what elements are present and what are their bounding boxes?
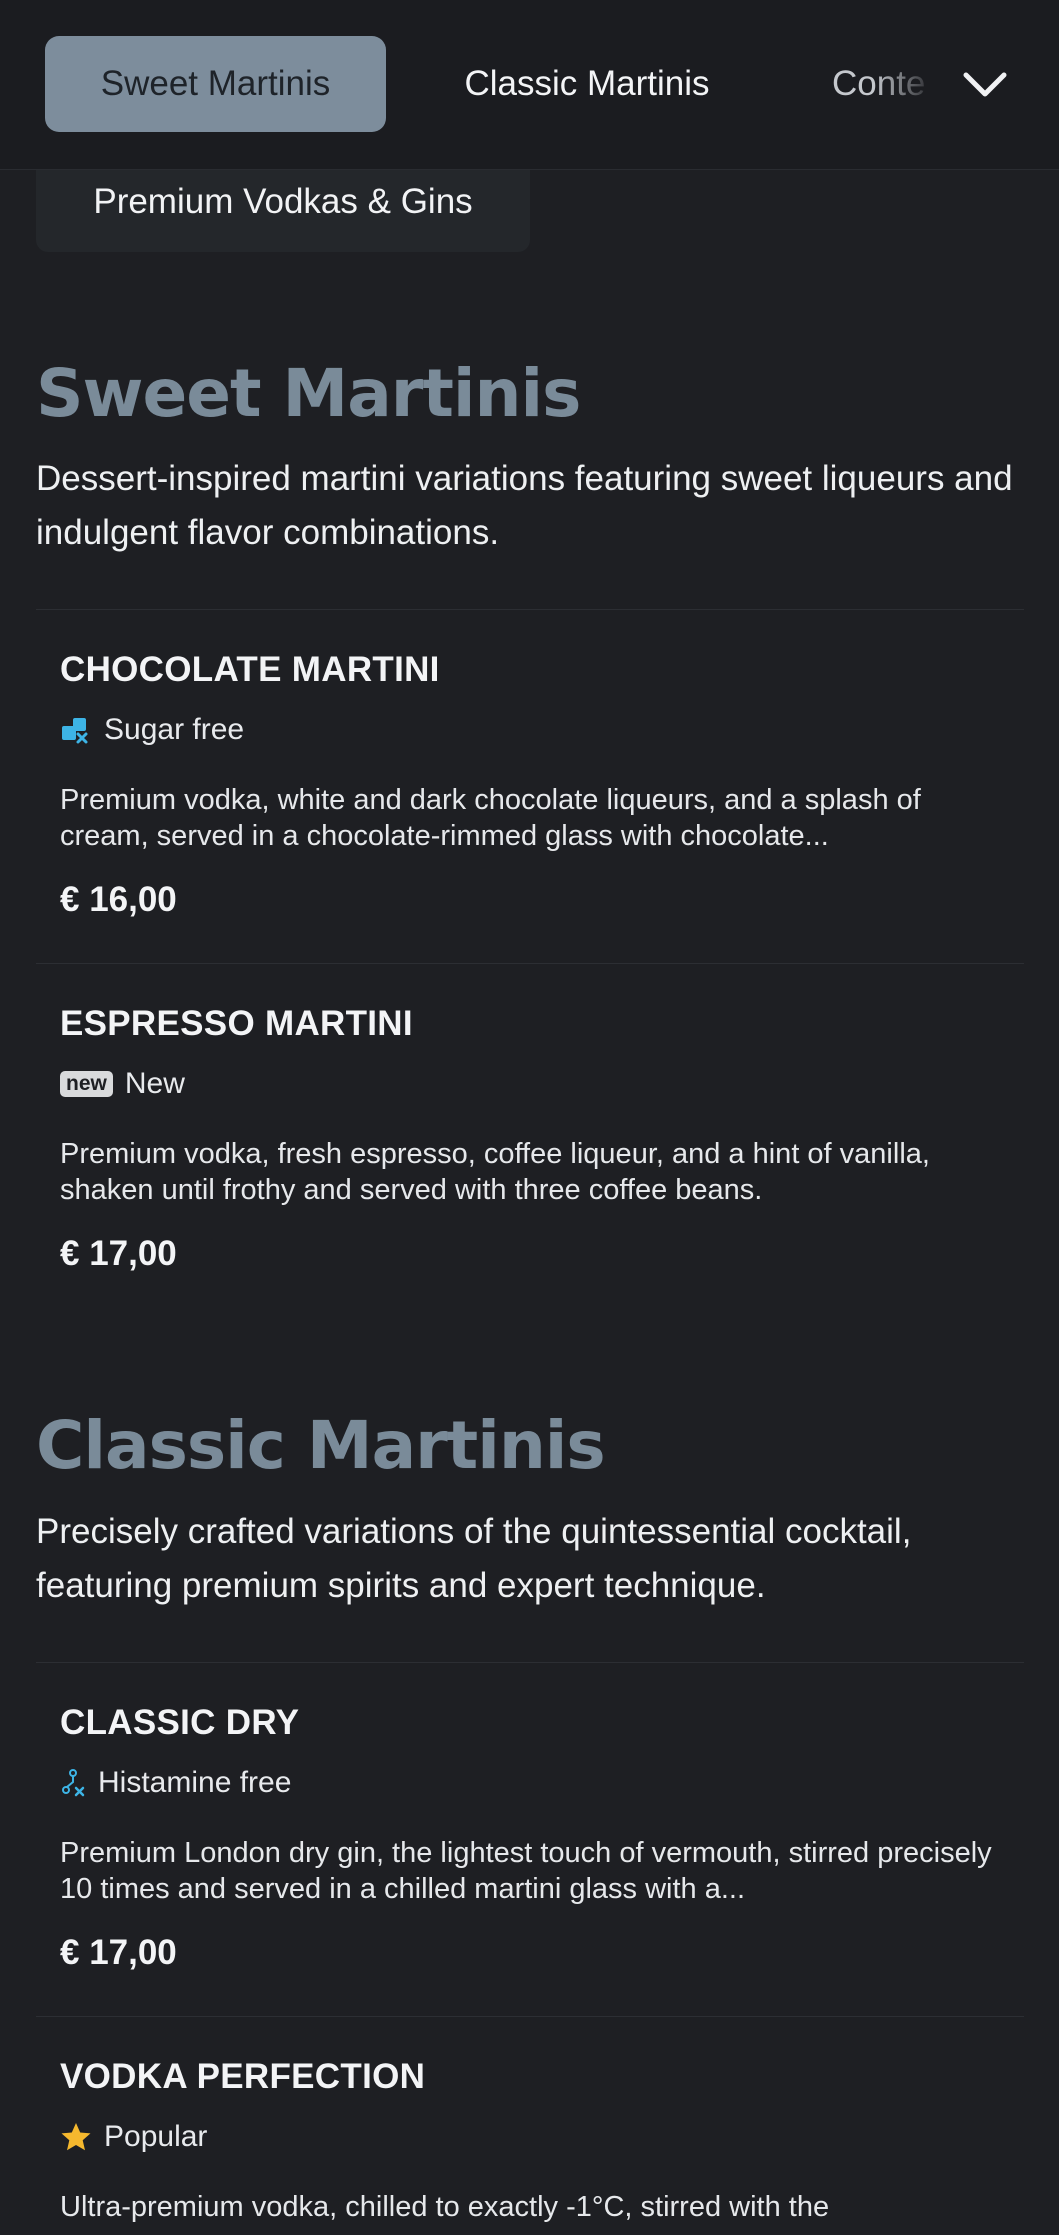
item-description: Premium vodka, fresh espresso, coffee li…: [60, 1138, 930, 1206]
item-tag: new New: [60, 1064, 185, 1104]
item-description: Ultra-premium vodka, chilled to exactly …: [60, 2191, 830, 2223]
item-price: € 17,00: [60, 1933, 177, 1972]
section-title-sweet: Sweet Martinis: [36, 355, 581, 432]
item-tag-label: Popular: [104, 2120, 208, 2153]
item-tag: Sugar free: [60, 710, 244, 750]
divider: [36, 963, 1024, 964]
tab-premium-label: Premium Vodkas & Gins: [93, 182, 473, 221]
histamine-free-icon: [62, 1769, 85, 1797]
item-name: VODKA PERFECTION: [60, 2057, 426, 2096]
section-description-sweet: Dessert-inspired martini variations feat…: [36, 459, 1013, 552]
sugar-free-icon: [62, 718, 88, 744]
tab-classic-martinis[interactable]: Classic Martinis: [430, 36, 744, 132]
star-icon: [61, 2123, 91, 2151]
item-description: Premium vodka, white and dark chocolate …: [60, 784, 921, 852]
item-price: € 16,00: [60, 880, 177, 919]
item-tag-label: Sugar free: [104, 713, 245, 746]
item-description: Premium London dry gin, the lightest tou…: [60, 1837, 992, 1905]
tab-sweet-martinis[interactable]: Sweet Martinis: [45, 36, 386, 132]
item-tag: Popular: [60, 2117, 207, 2157]
divider: [36, 2016, 1024, 2017]
divider: [36, 609, 1024, 610]
item-tag-label: Histamine free: [98, 1766, 292, 1799]
item-name: CHOCOLATE MARTINI: [60, 650, 440, 689]
item-name: ESPRESSO MARTINI: [60, 1004, 413, 1043]
new-badge-icon: new: [60, 1071, 113, 1097]
divider: [36, 1662, 1024, 1663]
section-description-classic: Precisely crafted variations of the quin…: [36, 1512, 912, 1605]
chevron-down-icon[interactable]: [960, 60, 1010, 110]
item-tag-label: New: [124, 1067, 185, 1100]
tab-contemporary-partial[interactable]: Conte: [832, 36, 936, 132]
item-price: € 17,00: [60, 1234, 177, 1273]
category-nav: Sweet Martinis Classic Martinis Conte: [0, 0, 1059, 170]
item-tag: Histamine free: [60, 1763, 291, 1803]
item-name: CLASSIC DRY: [60, 1703, 300, 1742]
section-title-classic: Classic Martinis: [36, 1407, 606, 1484]
